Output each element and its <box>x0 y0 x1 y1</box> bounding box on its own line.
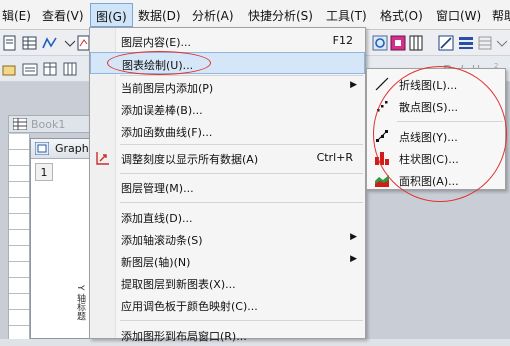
multiple-import-icon[interactable] <box>42 61 58 77</box>
graph-window-icon <box>35 142 49 155</box>
menu-item-add-axis-scroll-bar[interactable]: 添加轴滚动条(S) ▶ <box>90 228 365 250</box>
menu-view[interactable]: 查看(V) <box>42 7 84 24</box>
book-title-text: Book1 <box>31 118 66 131</box>
y-axis-title: Y 轴标题 <box>75 285 85 321</box>
menu-item-layer-management[interactable]: 图层管理(M)... <box>90 176 365 198</box>
menu-item-label: 添加轴滚动条(S) <box>121 234 203 247</box>
graph-menu-dropdown: 图层内容(E)... F12 图表绘制(U)... 当前图层内添加(P) ▶ 添… <box>89 27 366 343</box>
menu-item-label: 添加函数曲线(F)... <box>121 126 213 139</box>
edit-icon[interactable] <box>438 35 454 51</box>
grid-settings-icon[interactable] <box>478 35 494 51</box>
menu-item-label: 调整刻度以显示所有数据(A) <box>121 153 259 166</box>
menu-separator <box>120 173 363 174</box>
menu-format[interactable]: 格式(O) <box>380 7 423 24</box>
menu-item-label: 新图层(轴)(N) <box>121 256 191 269</box>
layer-icon[interactable] <box>390 35 406 51</box>
workbook-icon <box>13 118 27 130</box>
graph-title-text: Graph <box>55 142 89 155</box>
function-graph-icon[interactable] <box>42 35 58 51</box>
menu-quick-analysis[interactable]: 快捷分析(S) <box>248 7 313 24</box>
worksheet-icon[interactable] <box>22 35 38 51</box>
import-icon[interactable] <box>2 61 18 77</box>
menu-item-label: 添加直线(D)... <box>121 212 193 225</box>
menu-item-shortcut: Ctrl+R <box>316 151 353 164</box>
chevron-down-icon[interactable] <box>494 35 510 51</box>
menu-separator <box>120 144 363 145</box>
menu-item-label: 提取图层到新图表(X)... <box>121 278 236 291</box>
menu-graph[interactable]: 图(G) <box>90 3 133 27</box>
menu-window[interactable]: 窗口(W) <box>436 7 481 24</box>
menu-separator <box>120 320 363 321</box>
menu-tools[interactable]: 工具(T) <box>326 7 367 24</box>
menu-item-label: 图层管理(M)... <box>121 182 194 195</box>
refresh-icon[interactable] <box>372 35 388 51</box>
new-document-icon[interactable] <box>2 35 18 51</box>
menu-item-extract-layers[interactable]: 提取图层到新图表(X)... <box>90 272 365 294</box>
menu-item-shortcut: F12 <box>332 34 353 47</box>
menu-item-add-to-layout[interactable]: 添加图形到布局窗口(R)... <box>90 324 365 346</box>
column-layout-icon[interactable] <box>408 35 424 51</box>
menu-item-layer-contents[interactable]: 图层内容(E)... F12 <box>90 30 365 52</box>
menu-bar: 辑(E) 查看(V) 图(G) 数据(D) 分析(A) 快捷分析(S) 工具(T… <box>0 0 510 30</box>
menu-item-rescale-to-show-all[interactable]: 调整刻度以显示所有数据(A) Ctrl+R <box>90 147 365 169</box>
rescale-icon <box>96 152 109 165</box>
submenu-arrow-icon: ▶ <box>350 80 357 90</box>
highlight-ellipse-submenu <box>373 66 507 202</box>
menu-item-label: 图层内容(E)... <box>121 36 192 49</box>
menu-item-add-straight-line[interactable]: 添加直线(D)... <box>90 206 365 228</box>
menu-item-new-layer-axes[interactable]: 新图层(轴)(N) ▶ <box>90 250 365 272</box>
menu-edit[interactable]: 辑(E) <box>2 7 31 24</box>
book-window-title[interactable]: Book1 <box>8 115 92 133</box>
menu-item-label: 添加误差棒(B)... <box>121 104 203 117</box>
menu-help[interactable]: 帮助 <box>492 7 510 24</box>
menu-item-add-error-bars[interactable]: 添加误差棒(B)... <box>90 98 365 120</box>
layer-number-badge[interactable]: 1 <box>35 163 53 181</box>
worksheet-grid[interactable] <box>8 134 30 339</box>
menu-item-label: 当前图层内添加(P) <box>121 82 214 95</box>
menu-analysis[interactable]: 分析(A) <box>192 7 234 24</box>
ascii-import-icon[interactable] <box>22 61 38 77</box>
menu-item-label: 应用调色板于颜色映射(C)... <box>121 300 258 313</box>
line-spacing-icon[interactable] <box>458 35 474 51</box>
menu-separator <box>120 202 363 203</box>
menu-item-add-plot-to-layer[interactable]: 当前图层内添加(P) ▶ <box>90 76 365 98</box>
graph-window-title[interactable]: Graph <box>31 139 91 159</box>
submenu-arrow-icon: ▶ <box>350 232 357 242</box>
column-set-icon[interactable] <box>62 61 78 77</box>
menu-data[interactable]: 数据(D) <box>138 7 181 24</box>
menu-item-apply-palette[interactable]: 应用调色板于颜色映射(C)... <box>90 294 365 316</box>
menu-item-label: 添加图形到布局窗口(R)... <box>121 330 247 343</box>
highlight-ellipse-plot-setup <box>107 51 211 75</box>
menu-item-add-function-plot[interactable]: 添加函数曲线(F)... <box>90 120 365 142</box>
submenu-arrow-icon: ▶ <box>350 254 357 264</box>
